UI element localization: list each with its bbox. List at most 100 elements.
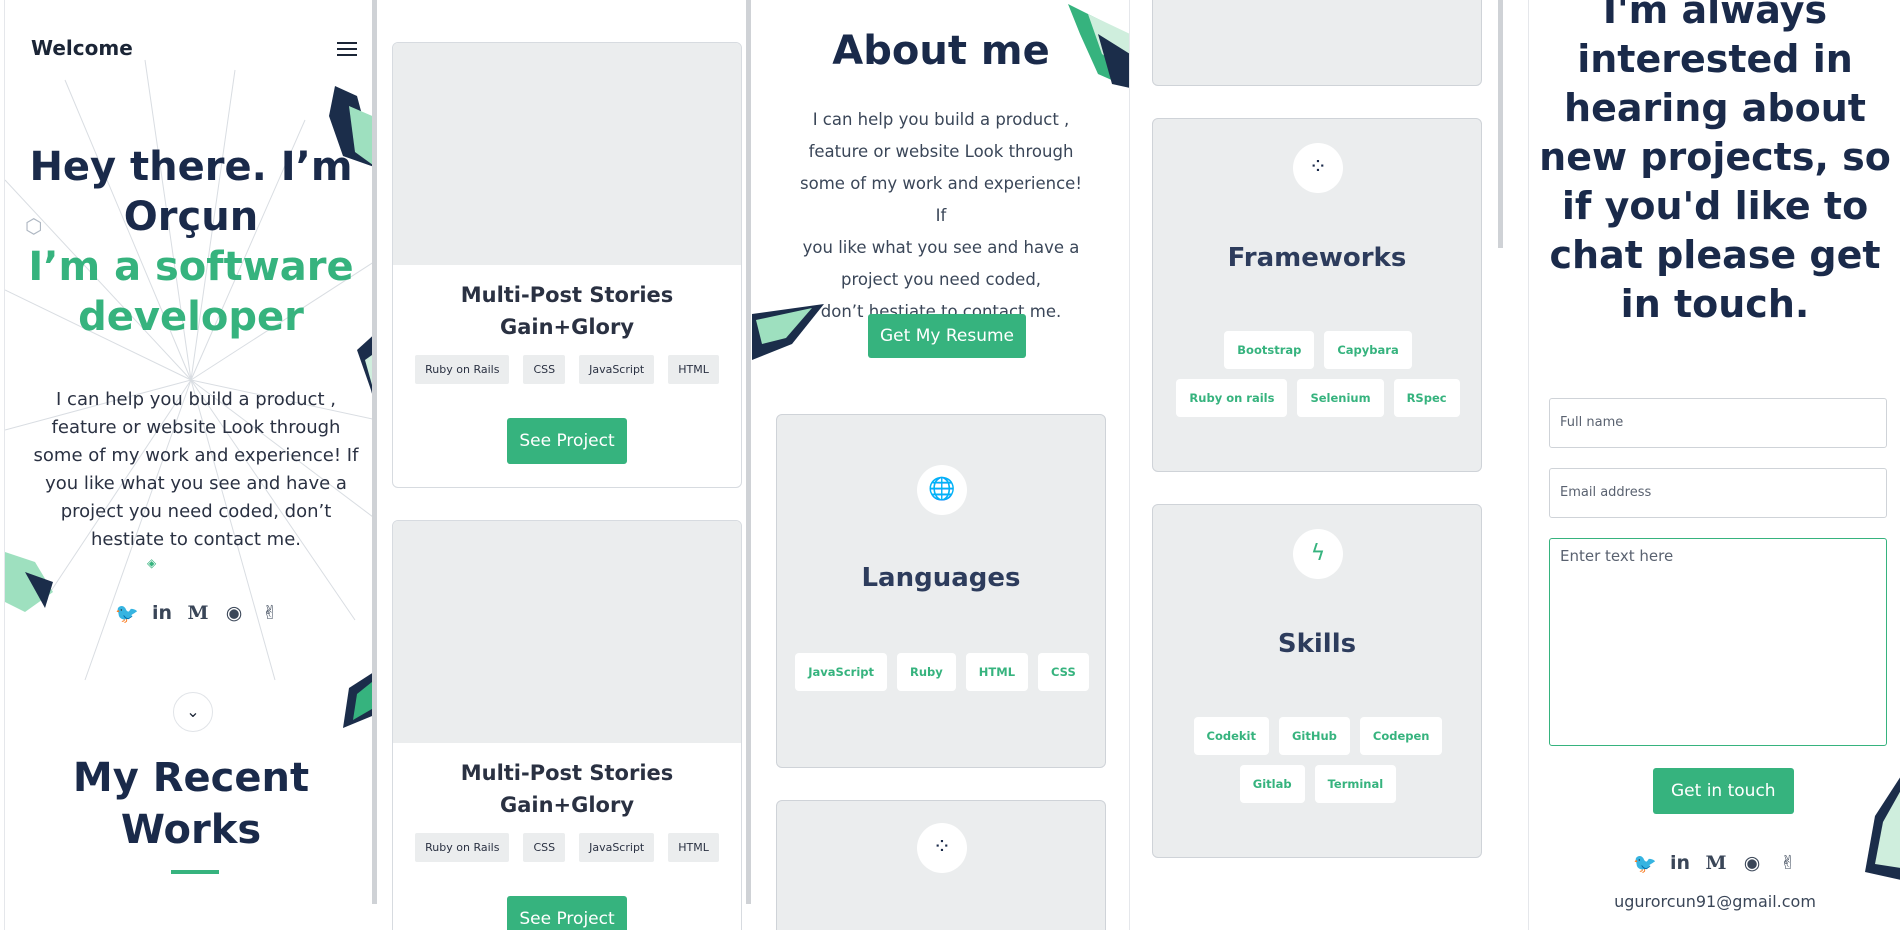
hero-title: Hey there. I’m Orçun [5,142,376,242]
chip: HTML [965,653,1029,691]
section-title-line-1: My Recent [72,755,310,801]
skills-list: Codekit GitHub Codepen Gitlab Terminal [1163,717,1473,803]
get-in-touch-button[interactable]: Get in touch [1653,768,1794,814]
contact-line: if you'd like to [1561,184,1869,228]
languages-card: 🌐 Languages JavaScript Ruby HTML CSS [776,414,1106,768]
hero-line-1: Hey there. I’m [29,144,353,190]
languages-title: Languages [861,563,1021,593]
tag: Ruby on Rails [415,355,510,384]
email-input[interactable]: Email address [1549,468,1887,518]
origami-decoration [1865,777,1900,880]
twitter-icon[interactable]: 🐦 [115,602,139,625]
tag: HTML [668,355,719,384]
tag: CSS [523,833,566,862]
about-line: some of my work and experience! If [800,174,1082,225]
drone-icon: ⁘ [1293,143,1343,193]
angellist-icon[interactable]: ✌ [259,602,281,625]
panel-works: Multi-Post Stories Gain+Glory Ruby on Ra… [378,0,746,930]
social-links: 🐦 in M ◉ ✌ [115,602,281,625]
section-title: My Recent Works [5,752,376,856]
tag: JavaScript [579,833,655,862]
chip: Terminal [1314,765,1397,803]
chip: Gitlab [1239,765,1305,803]
about-title: About me [832,28,1050,74]
hero-intro: I can help you build a product , feature… [33,389,359,550]
contact-line: new projects, so [1539,135,1891,179]
project-title: Multi-Post Stories Gain+Glory [460,283,674,339]
project-tags: Ruby on Rails CSS JavaScript HTML [393,833,741,862]
languages-list: JavaScript Ruby HTML CSS [787,653,1097,691]
scrollbar[interactable] [1498,0,1503,248]
contact-email[interactable]: ugurorcun91@gmail.com [1529,892,1900,911]
frameworks-title: Frameworks [1227,243,1407,273]
chip: Ruby on rails [1176,379,1288,417]
github-icon[interactable]: ◉ [1741,852,1763,875]
lightning-icon: ϟ [1293,529,1343,579]
project-tags: Ruby on Rails CSS JavaScript HTML [393,355,741,384]
panel-skills: ⁘ Frameworks Bootstrap Capybara Ruby on … [1132,0,1526,930]
chip: Selenium [1297,379,1384,417]
tag: HTML [668,833,719,862]
medium-icon[interactable]: M [187,602,209,625]
message-textarea[interactable]: Enter text here [1549,538,1887,746]
see-project-button[interactable]: See Project [507,896,627,930]
frameworks-list: Bootstrap Capybara Ruby on rails Seleniu… [1173,331,1463,417]
chip: JavaScript [795,653,887,691]
project-thumbnail [393,43,741,265]
about-text: I can help you build a product , feature… [796,104,1086,328]
panel-about: About me I can help you build a product … [752,0,1130,930]
contact-line: chat please get [1549,233,1881,277]
skills-card: ϟ Skills Codekit GitHub Codepen Gitlab T… [1152,504,1482,858]
resume-button[interactable]: Get My Resume [868,314,1026,358]
brand-title[interactable]: Welcome [31,36,133,60]
skills-title: Skills [1277,629,1357,659]
scrollbar[interactable] [746,0,751,904]
full-name-input[interactable]: Full name [1549,398,1887,448]
twitter-icon[interactable]: 🐦 [1633,852,1657,875]
about-line: project you need coded, [840,270,1042,289]
about-line: I can help you build a product , [812,110,1070,129]
chip: Capybara [1324,331,1412,369]
frameworks-card: ⁘ Frameworks Bootstrap Capybara Ruby on … [1152,118,1482,472]
chip: Ruby [897,653,956,691]
chevron-down-icon[interactable]: ⌄ [173,692,213,732]
tag: Ruby on Rails [415,833,510,862]
section-underline [171,870,219,874]
languages-card [1152,0,1482,86]
tag: CSS [523,355,566,384]
contact-line: hearing about [1564,86,1866,130]
github-icon[interactable]: ◉ [223,602,245,625]
globe-icon: 🌐 [917,465,967,515]
hamburger-icon[interactable] [337,42,357,58]
hero-subtitle: I’m a software developer [5,242,376,342]
chip: Codekit [1193,717,1269,755]
drone-icon: ⁘ [917,823,967,873]
section-title-line-2: Works [120,807,262,853]
hero-line-2: Orçun [123,194,259,240]
panel-home: ⬡ ◈ Welcome Hey there. I’m Orçun I’m a s… [4,0,376,930]
chip: CSS [1038,653,1089,691]
hero-sub-line-1: I’m a software [28,244,354,290]
contact-line: interested in [1577,37,1853,81]
scrollbar[interactable] [372,0,377,904]
chip: Bootstrap [1224,331,1315,369]
linkedin-icon[interactable]: in [151,602,173,625]
project-card: Multi-Post Stories Gain+Glory Ruby on Ra… [392,520,742,930]
contact-line: in touch. [1620,282,1810,326]
leaf-icon: ◈ [147,556,157,570]
origami-decoration [5,552,53,612]
chip: GitHub [1278,717,1350,755]
medium-icon[interactable]: M [1705,852,1727,875]
project-title: Multi-Post Stories Gain+Glory [460,761,674,817]
chip: Codepen [1359,717,1443,755]
contact-line: I'm always [1602,0,1828,32]
linkedin-icon[interactable]: in [1669,852,1691,875]
panel-contact: I'm always interested in hearing about n… [1528,0,1900,930]
project-card: Multi-Post Stories Gain+Glory Ruby on Ra… [392,42,742,488]
social-links: 🐦 in M ◉ ✌ [1633,852,1799,875]
frameworks-card: ⁘ [776,800,1106,930]
tag: JavaScript [579,355,655,384]
angellist-icon[interactable]: ✌ [1777,852,1799,875]
project-thumbnail [393,521,741,743]
see-project-button[interactable]: See Project [507,418,627,464]
